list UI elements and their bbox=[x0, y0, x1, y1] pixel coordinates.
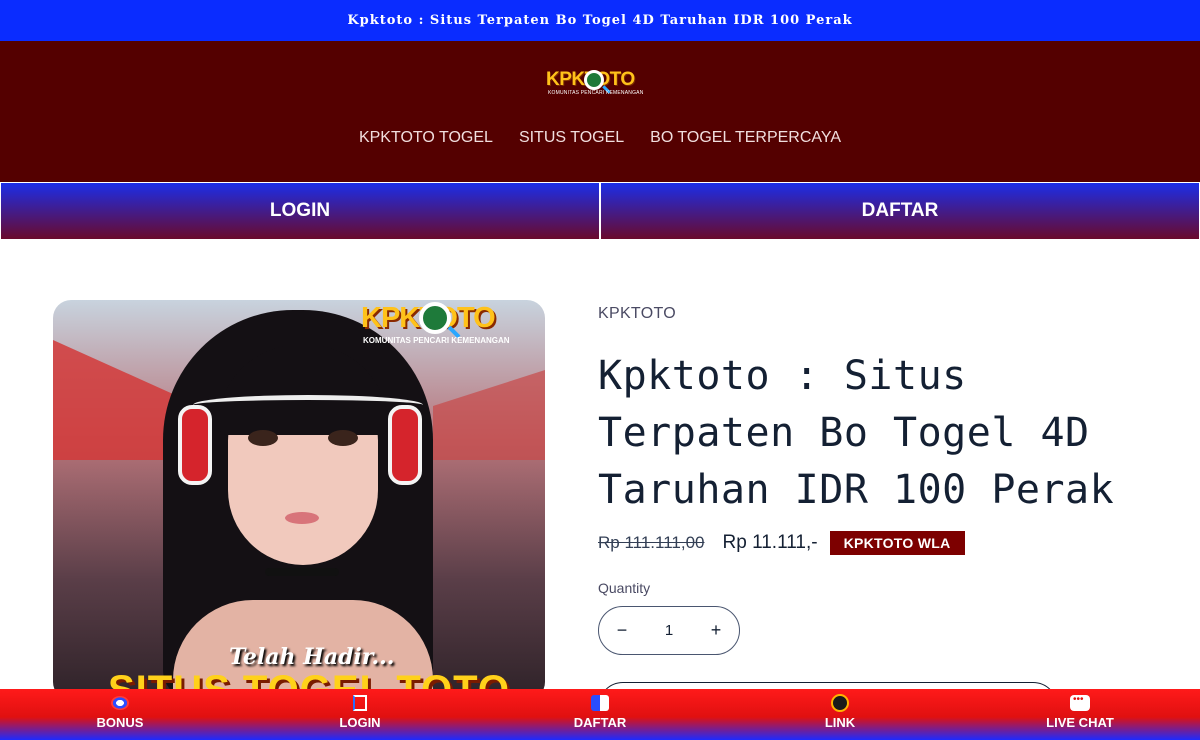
quantity-increase-button[interactable]: + bbox=[709, 620, 723, 641]
product-image[interactable]: KPKTOTO KOMUNITAS PENCARI KEMENANGAN Tel… bbox=[53, 300, 545, 700]
magnifier-icon bbox=[584, 70, 604, 90]
bottom-nav-label: LOGIN bbox=[339, 715, 381, 730]
announcement-bar: Kpktoto : Situs Terpaten Bo Togel 4D Tar… bbox=[0, 0, 1200, 41]
bottom-nav-link[interactable]: LINK bbox=[720, 689, 960, 740]
choker bbox=[265, 568, 339, 576]
image-logo: KPKTOTO KOMUNITAS PENCARI KEMENANGAN bbox=[361, 300, 541, 350]
nav-situs-togel[interactable]: SITUS TOGEL bbox=[519, 129, 624, 147]
bottom-nav-daftar[interactable]: DAFTAR bbox=[480, 689, 720, 740]
main-nav: KPKTOTO TOGEL SITUS TOGEL BO TOGEL TERPE… bbox=[0, 129, 1200, 147]
left-eye bbox=[248, 430, 278, 446]
product-vendor: KPKTOTO bbox=[598, 305, 676, 322]
bottom-nav-label: DAFTAR bbox=[573, 715, 627, 730]
announcement-text: Kpktoto : Situs Terpaten Bo Togel 4D Tar… bbox=[347, 13, 853, 28]
link-icon bbox=[831, 694, 849, 712]
quantity-input[interactable]: 1 bbox=[665, 622, 673, 639]
bonus-icon bbox=[111, 696, 129, 710]
product-title: Kpktoto : Situs Terpaten Bo Togel 4D Tar… bbox=[598, 353, 1115, 513]
bottom-nav-bonus[interactable]: BONUS bbox=[0, 689, 240, 740]
register-button[interactable]: DAFTAR bbox=[600, 182, 1200, 240]
quantity-stepper: − 1 + bbox=[598, 606, 740, 655]
image-caption-small: Telah Hadir... bbox=[229, 644, 395, 670]
site-logo[interactable]: KPKTOTO KOMUNITAS PENCARI KEMENANGAN bbox=[546, 69, 656, 99]
site-header: KPKTOTO KOMUNITAS PENCARI KEMENANGAN KPK… bbox=[0, 41, 1200, 182]
image-magnifier-icon bbox=[419, 302, 451, 334]
logo-tagline: KOMUNITAS PENCARI KEMENANGAN bbox=[548, 90, 644, 96]
bottom-nav: BONUS LOGIN DAFTAR LINK LIVE CHAT bbox=[0, 689, 1200, 740]
image-logo-tagline: KOMUNITAS PENCARI KEMENANGAN bbox=[363, 336, 510, 345]
chat-icon bbox=[1070, 694, 1090, 711]
quantity-label: Quantity bbox=[598, 580, 651, 596]
quantity-decrease-button[interactable]: − bbox=[615, 620, 629, 641]
price-row: Rp 111.111,00 Rp 11.111,- KPKTOTO WLA bbox=[598, 531, 965, 555]
bottom-nav-label: LINK bbox=[824, 715, 856, 730]
login-button[interactable]: LOGIN bbox=[0, 182, 600, 240]
lips bbox=[285, 512, 319, 524]
nav-bo-togel-terpercaya[interactable]: BO TOGEL TERPERCAYA bbox=[650, 129, 841, 147]
bottom-nav-login[interactable]: LOGIN bbox=[240, 689, 480, 740]
bottom-nav-label: LIVE CHAT bbox=[1046, 715, 1114, 730]
headphone-right-icon bbox=[388, 405, 422, 485]
login-icon bbox=[353, 695, 367, 711]
headphone-left-icon bbox=[178, 405, 212, 485]
bottom-nav-live-chat[interactable]: LIVE CHAT bbox=[960, 689, 1200, 740]
nav-kpktoto-togel[interactable]: KPKTOTO TOGEL bbox=[359, 129, 493, 147]
price-original: Rp 111.111,00 bbox=[598, 533, 705, 552]
bottom-nav-label: BONUS bbox=[96, 715, 144, 730]
sale-badge: KPKTOTO WLA bbox=[829, 531, 965, 555]
awning-shape-right bbox=[433, 370, 545, 460]
right-eye bbox=[328, 430, 358, 446]
price-sale: Rp 11.111,- bbox=[722, 532, 818, 553]
register-icon bbox=[591, 695, 609, 711]
